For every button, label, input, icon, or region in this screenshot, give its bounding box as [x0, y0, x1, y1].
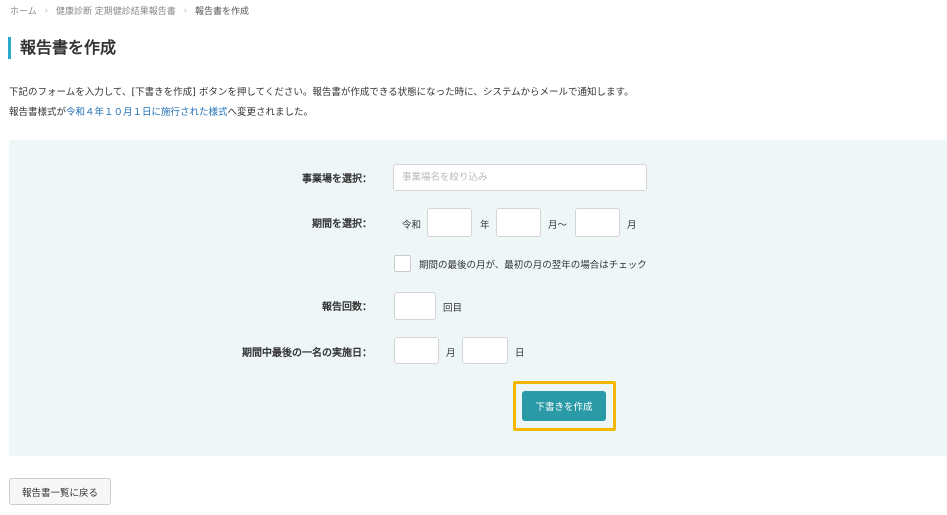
year-unit: 年	[480, 220, 490, 231]
last-exam-month-input[interactable]	[394, 337, 439, 364]
breadcrumb-parent-link[interactable]: 健康診断 定期健診結果報告書	[56, 4, 176, 17]
start-month-unit: 月〜	[548, 220, 568, 231]
format-notice-prefix: 報告書様式が	[9, 107, 67, 118]
format-notice-suffix: へ変更されました。	[227, 107, 314, 118]
last-exam-date-label: 期間中最後の一名の実施日：	[242, 348, 372, 359]
era-label: 令和	[402, 220, 422, 231]
report-count-unit: 回目	[443, 303, 463, 314]
next-year-checkbox[interactable]	[394, 255, 411, 272]
last-exam-month-unit: 月	[446, 348, 456, 359]
create-draft-button[interactable]: 下書きを作成	[522, 391, 606, 421]
chevron-right-icon: ›	[183, 6, 188, 15]
breadcrumb: ホーム › 健康診断 定期健診結果報告書 › 報告書を作成	[10, 4, 249, 17]
facility-label: 事業場を選択：	[302, 174, 372, 185]
period-start-month-input[interactable]	[496, 208, 541, 237]
chevron-right-icon: ›	[44, 6, 48, 15]
facility-search-input[interactable]	[393, 164, 647, 191]
end-month-unit: 月	[627, 220, 637, 231]
period-end-month-input[interactable]	[575, 208, 620, 237]
period-year-input[interactable]	[427, 208, 472, 237]
form-instructions: 下記のフォームを入力して、[下書きを作成] ボタンを押してください。報告書が作成…	[9, 87, 634, 98]
report-count-label: 報告回数：	[322, 302, 372, 313]
back-to-report-list-button[interactable]: 報告書一覧に戻る	[9, 478, 111, 505]
format-notice-link[interactable]: 令和４年１０月１日に施行された様式	[66, 107, 228, 118]
last-exam-day-unit: 日	[515, 348, 525, 359]
last-exam-day-input[interactable]	[462, 337, 508, 364]
page-title: 報告書を作成	[8, 37, 116, 59]
breadcrumb-home-link[interactable]: ホーム	[10, 4, 37, 17]
period-label: 期間を選択：	[312, 219, 372, 230]
breadcrumb-current: 報告書を作成	[195, 7, 250, 17]
report-count-input[interactable]	[394, 292, 436, 320]
next-year-checkbox-label: 期間の最後の月が、最初の月の翌年の場合はチェック	[419, 260, 647, 271]
format-change-notice: 報告書様式が令和４年１０月１日に施行された様式へ変更されました。	[9, 104, 313, 118]
